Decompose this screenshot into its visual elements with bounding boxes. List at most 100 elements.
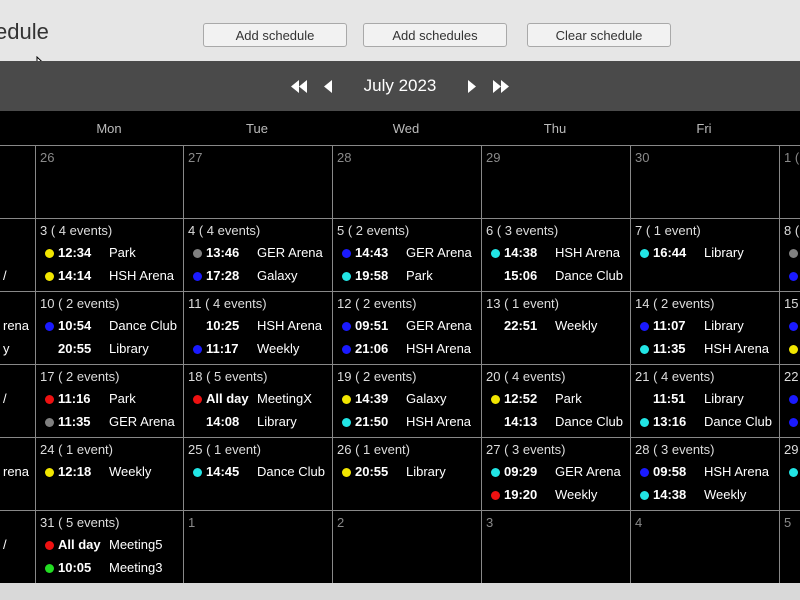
- event-item[interactable]: 14:14 HSH Arena: [36, 267, 184, 287]
- calendar-day-cell-tue[interactable]: 1: [183, 510, 332, 583]
- event-item[interactable]: 13:46 GER Arena: [184, 244, 332, 264]
- calendar-day-cell-fri[interactable]: 4: [630, 510, 779, 583]
- add-schedule-button[interactable]: Add schedule: [203, 23, 347, 47]
- event-item[interactable]: 14:13 Dance Club: [482, 413, 630, 433]
- event-item[interactable]: 09:29 GER Arena: [482, 463, 630, 483]
- previous-year-button[interactable]: [290, 77, 308, 95]
- event-item[interactable]: [780, 267, 800, 287]
- calendar-day-cell-mon[interactable]: 24 ( 1 event) 12:18 Weekly: [35, 437, 184, 511]
- event-item[interactable]: All day Meeting5: [36, 536, 184, 556]
- calendar-day-cell-sun[interactable]: /: [0, 510, 36, 583]
- calendar-day-cell-sun[interactable]: rena y: [0, 291, 36, 365]
- calendar-day-cell-sat[interactable]: 8 (: [779, 218, 800, 292]
- calendar-day-cell-sun[interactable]: [0, 145, 36, 219]
- event-item[interactable]: 14:39 Galaxy: [333, 390, 481, 410]
- event-item[interactable]: [0, 559, 36, 579]
- calendar-day-cell-fri[interactable]: 14 ( 2 events) 11:07 Library 11:35 HSH Arena: [630, 291, 779, 365]
- event-item[interactable]: 12:34 Park: [36, 244, 184, 264]
- calendar-day-cell-mon[interactable]: 26: [35, 145, 184, 219]
- event-item[interactable]: 13:16 Dance Club: [631, 413, 779, 433]
- event-item[interactable]: [780, 413, 800, 433]
- calendar-day-cell-fri[interactable]: 30: [630, 145, 779, 219]
- event-item[interactable]: 19:20 Weekly: [482, 486, 630, 506]
- calendar-day-cell-tue[interactable]: 4 ( 4 events) 13:46 GER Arena 17:28 Galaxy: [183, 218, 332, 292]
- calendar-day-cell-wed[interactable]: 19 ( 2 events) 14:39 Galaxy 21:50 HSH Arena: [332, 364, 481, 438]
- calendar-day-cell-mon[interactable]: 17 ( 2 events) 11:16 Park 11:35 GER Arena: [35, 364, 184, 438]
- event-item[interactable]: 09:51 GER Arena: [333, 317, 481, 337]
- event-item[interactable]: 20:55 Library: [36, 340, 184, 360]
- event-item[interactable]: 22:51 Weekly: [482, 317, 630, 337]
- calendar-day-cell-sun[interactable]: /: [0, 364, 36, 438]
- calendar-day-cell-tue[interactable]: 11 ( 4 events) 10:25 HSH Arena 11:17 Weekly: [183, 291, 332, 365]
- calendar-day-cell-mon[interactable]: 3 ( 4 events) 12:34 Park 14:14 HSH Arena: [35, 218, 184, 292]
- event-item[interactable]: [780, 463, 800, 483]
- calendar-day-cell-wed[interactable]: 26 ( 1 event) 20:55 Library: [332, 437, 481, 511]
- event-item[interactable]: [0, 244, 36, 264]
- calendar-day-cell-tue[interactable]: 18 ( 5 events) All day MeetingX 14:08 Librar…: [183, 364, 332, 438]
- event-item[interactable]: 14:45 Dance Club: [184, 463, 332, 483]
- calendar-day-cell-sat[interactable]: 22: [779, 364, 800, 438]
- add-schedules-button[interactable]: Add schedules: [363, 23, 507, 47]
- event-item[interactable]: 14:38 Weekly: [631, 486, 779, 506]
- calendar-day-cell-sat[interactable]: 5: [779, 510, 800, 583]
- calendar-day-cell-fri[interactable]: 28 ( 3 events) 09:58 HSH Arena 14:38 Weekly: [630, 437, 779, 511]
- event-item[interactable]: 09:58 HSH Arena: [631, 463, 779, 483]
- calendar-day-cell-wed[interactable]: 5 ( 2 events) 14:43 GER Arena 19:58 Park: [332, 218, 481, 292]
- event-item[interactable]: 11:51 Library: [631, 390, 779, 410]
- event-item[interactable]: [0, 413, 36, 433]
- calendar-day-cell-sat[interactable]: 29: [779, 437, 800, 511]
- event-item[interactable]: 20:55 Library: [333, 463, 481, 483]
- event-item[interactable]: 17:28 Galaxy: [184, 267, 332, 287]
- event-item[interactable]: 14:43 GER Arena: [333, 244, 481, 264]
- event-item[interactable]: 21:50 HSH Arena: [333, 413, 481, 433]
- next-month-button[interactable]: [462, 77, 480, 95]
- event-item[interactable]: [780, 317, 800, 337]
- calendar-day-cell-wed[interactable]: 2: [332, 510, 481, 583]
- calendar-day-cell-thu[interactable]: 3: [481, 510, 630, 583]
- event-item[interactable]: 16:44 Library: [631, 244, 779, 264]
- event-item[interactable]: 10:05 Meeting3: [36, 559, 184, 579]
- event-item[interactable]: /: [0, 390, 36, 410]
- calendar-day-cell-mon[interactable]: 10 ( 2 events) 10:54 Dance Club 20:55 Librar…: [35, 291, 184, 365]
- event-item[interactable]: 10:25 HSH Arena: [184, 317, 332, 337]
- calendar-day-cell-tue[interactable]: 25 ( 1 event) 14:45 Dance Club: [183, 437, 332, 511]
- calendar-day-cell-thu[interactable]: 13 ( 1 event) 22:51 Weekly: [481, 291, 630, 365]
- event-item[interactable]: 12:52 Park: [482, 390, 630, 410]
- calendar-day-cell-thu[interactable]: 27 ( 3 events) 09:29 GER Arena 19:20 Weekly: [481, 437, 630, 511]
- calendar-day-cell-mon[interactable]: 31 ( 5 events) All day Meeting5 10:05 Meetin…: [35, 510, 184, 583]
- calendar-day-cell-sun[interactable]: rena: [0, 437, 36, 511]
- previous-month-button[interactable]: [320, 77, 338, 95]
- event-item[interactable]: /: [0, 536, 36, 556]
- event-item[interactable]: [780, 244, 800, 264]
- event-item[interactable]: [780, 390, 800, 410]
- event-item[interactable]: 11:07 Library: [631, 317, 779, 337]
- event-item[interactable]: 11:16 Park: [36, 390, 184, 410]
- calendar-day-cell-sat[interactable]: 15: [779, 291, 800, 365]
- calendar-day-cell-fri[interactable]: 21 ( 4 events) 11:51 Library 13:16 Dance Clu…: [630, 364, 779, 438]
- calendar-day-cell-thu[interactable]: 20 ( 4 events) 12:52 Park 14:13 Dance Club: [481, 364, 630, 438]
- event-item[interactable]: 11:35 GER Arena: [36, 413, 184, 433]
- event-item[interactable]: 14:08 Library: [184, 413, 332, 433]
- event-item[interactable]: /: [0, 267, 36, 287]
- event-item[interactable]: 11:17 Weekly: [184, 340, 332, 360]
- event-item[interactable]: All day MeetingX: [184, 390, 332, 410]
- event-item[interactable]: y: [0, 340, 36, 360]
- next-year-button[interactable]: [492, 77, 510, 95]
- event-item[interactable]: 12:18 Weekly: [36, 463, 184, 483]
- calendar-day-cell-fri[interactable]: 7 ( 1 event) 16:44 Library: [630, 218, 779, 292]
- event-item[interactable]: 15:06 Dance Club: [482, 267, 630, 287]
- event-item[interactable]: 10:54 Dance Club: [36, 317, 184, 337]
- event-item[interactable]: 11:35 HSH Arena: [631, 340, 779, 360]
- calendar-day-cell-tue[interactable]: 27: [183, 145, 332, 219]
- calendar-day-cell-thu[interactable]: 6 ( 3 events) 14:38 HSH Arena 15:06 Dance Cl…: [481, 218, 630, 292]
- event-item[interactable]: rena: [0, 463, 36, 483]
- clear-schedule-button[interactable]: Clear schedule: [527, 23, 671, 47]
- event-item[interactable]: rena: [0, 317, 36, 337]
- calendar-day-cell-thu[interactable]: 29: [481, 145, 630, 219]
- calendar-day-cell-wed[interactable]: 28: [332, 145, 481, 219]
- event-item[interactable]: 14:38 HSH Arena: [482, 244, 630, 264]
- calendar-day-cell-sun[interactable]: /: [0, 218, 36, 292]
- event-item[interactable]: [780, 340, 800, 360]
- event-item[interactable]: 21:06 HSH Arena: [333, 340, 481, 360]
- calendar-day-cell-sat[interactable]: 1 (: [779, 145, 800, 219]
